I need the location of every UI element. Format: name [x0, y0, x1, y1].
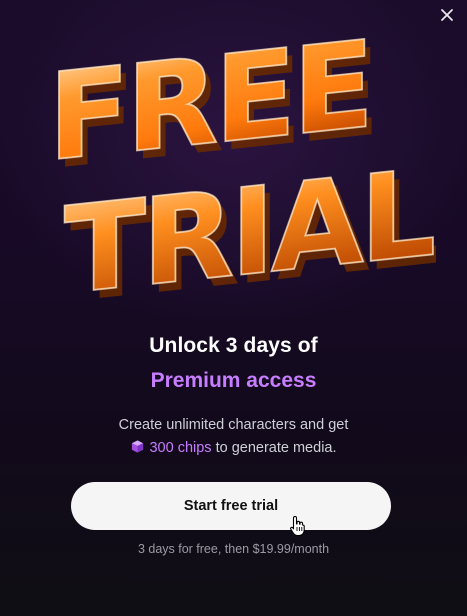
- free-trial-modal: FREE TRIAL FREE TRIAL FREE TRIAL Unlock …: [0, 0, 467, 616]
- close-icon[interactable]: [439, 7, 455, 23]
- description: Create unlimited characters and get 300 …: [0, 414, 467, 460]
- chips-amount: 300 chips: [149, 440, 212, 456]
- description-line-1: Create unlimited characters and get: [118, 417, 349, 433]
- description-line-2-rest: to generate media.: [211, 440, 337, 456]
- subheadline-premium-access: Premium access: [150, 369, 317, 392]
- start-free-trial-button[interactable]: Start free trial: [71, 482, 391, 530]
- pricing-fine-print: 3 days for free, then $19.99/month: [137, 542, 330, 556]
- headline: Unlock 3 days of: [149, 334, 318, 357]
- description-line-2: 300 chips to generate media.: [0, 437, 467, 460]
- hand-pointer-cursor-icon: [289, 515, 307, 537]
- chip-cube-icon: [130, 439, 145, 454]
- free-trial-hero-art: FREE TRIAL FREE TRIAL FREE TRIAL: [36, 26, 436, 326]
